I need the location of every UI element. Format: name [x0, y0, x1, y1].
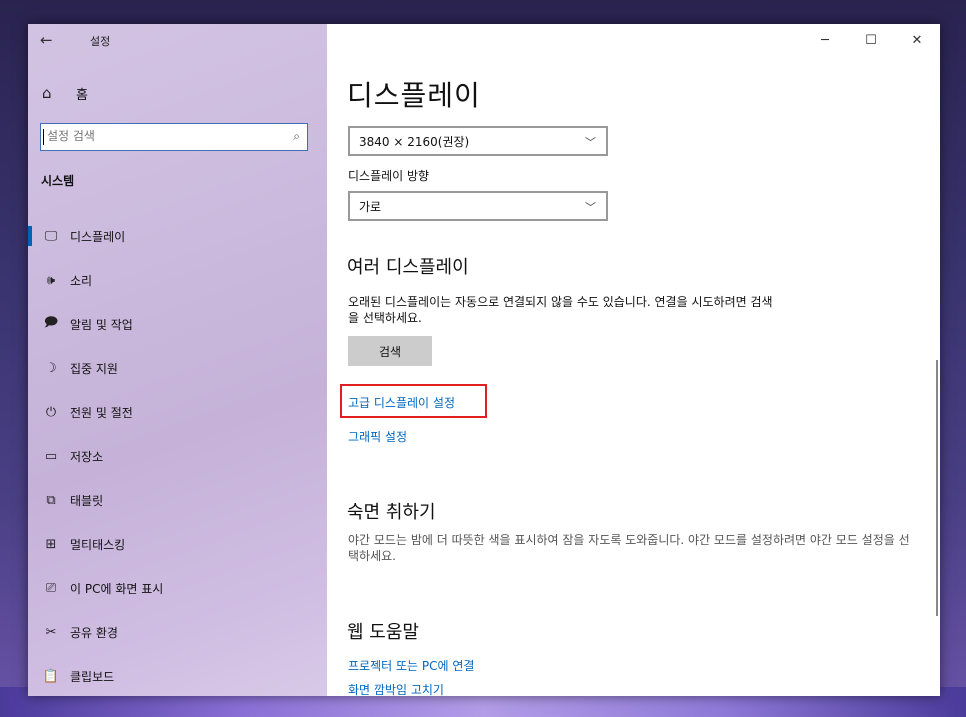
sidebar-item-home[interactable]: ⌂ 홈: [42, 82, 88, 104]
moon-icon: ☽: [45, 360, 57, 376]
graphics-settings-link[interactable]: 그래픽 설정: [348, 428, 407, 445]
page-title: 디스플레이: [347, 79, 481, 112]
project-icon: ⎚: [45, 580, 57, 596]
search-icon[interactable]: ⌕: [293, 129, 300, 144]
sidebar-item-label: 집중 지원: [70, 361, 118, 376]
sidebar: ← 설정 ⌂ 홈 ⌕ 시스템 🖵 디스플레이 🕪 소리 🗩 알림 및 작업: [28, 24, 327, 696]
clipboard-icon: 📋: [42, 668, 60, 684]
orientation-value: 가로: [359, 199, 382, 214]
monitor-icon: 🖵: [44, 228, 58, 244]
chevron-down-icon: ﹀: [585, 201, 596, 214]
detect-button[interactable]: 검색: [348, 336, 432, 366]
sidebar-item-label: 저장소: [70, 449, 104, 464]
sidebar-item-sound[interactable]: 🕪 소리: [28, 258, 327, 302]
orientation-dropdown[interactable]: 가로 ﹀: [348, 191, 608, 221]
window-controls: ─ ☐ ✕: [802, 24, 940, 56]
advanced-display-settings-link[interactable]: 고급 디스플레이 설정: [348, 394, 455, 411]
sidebar-item-label: 이 PC에 화면 표시: [70, 581, 164, 596]
sidebar-item-clipboard[interactable]: 📋 클립보드: [28, 654, 327, 696]
tablet-icon: ⧉: [46, 492, 56, 508]
sidebar-item-label: 전원 및 절전: [70, 405, 133, 420]
maximize-icon[interactable]: ☐: [848, 24, 894, 56]
back-arrow-icon[interactable]: ←: [40, 31, 53, 49]
multi-display-heading: 여러 디스플레이: [347, 257, 469, 278]
chevron-down-icon: ﹀: [585, 136, 596, 149]
sidebar-item-project-to-pc[interactable]: ⎚ 이 PC에 화면 표시: [28, 566, 327, 610]
text-caret: [43, 129, 44, 145]
settings-window: ← 설정 ⌂ 홈 ⌕ 시스템 🖵 디스플레이 🕪 소리 🗩 알림 및 작업: [28, 24, 940, 696]
section-title: 시스템: [41, 174, 75, 188]
sidebar-item-tablet[interactable]: ⧉ 태블릿: [28, 478, 327, 522]
app-title: 설정: [90, 35, 111, 48]
speaker-icon: 🕪: [46, 272, 56, 288]
sidebar-item-shared-experiences[interactable]: ✂ 공유 환경: [28, 610, 327, 654]
sleep-heading: 숙면 취하기: [347, 502, 436, 523]
sidebar-item-multitasking[interactable]: ⊞ 멀티태스킹: [28, 522, 327, 566]
search-box[interactable]: ⌕: [40, 123, 308, 151]
notification-icon: 🗩: [43, 315, 59, 330]
sidebar-nav: 🖵 디스플레이 🕪 소리 🗩 알림 및 작업 ☽ 집중 지원 ⏻ 전원 및 절전…: [28, 214, 327, 696]
titlebar-left: ← 설정: [28, 24, 327, 56]
minimize-icon[interactable]: ─: [802, 24, 848, 56]
scrollbar[interactable]: [936, 360, 938, 616]
resolution-dropdown[interactable]: 3840 × 2160(권장) ﹀: [348, 126, 608, 156]
sidebar-item-display[interactable]: 🖵 디스플레이: [28, 214, 327, 258]
sidebar-item-label: 알림 및 작업: [70, 317, 133, 332]
main-content: ─ ☐ ✕ 디스플레이 3840 × 2160(권장) ﹀ 디스플레이 방향 가…: [327, 24, 940, 696]
sidebar-item-label: 디스플레이: [70, 229, 126, 244]
home-icon: ⌂: [42, 84, 52, 102]
sidebar-item-label: 클립보드: [70, 669, 115, 684]
search-input[interactable]: [41, 124, 277, 148]
sidebar-item-power[interactable]: ⏻ 전원 및 절전: [28, 390, 327, 434]
sleep-text: 야간 모드는 밤에 더 따뜻한 색을 표시하여 잠을 자도록 도와줍니다. 야간…: [348, 533, 910, 563]
sidebar-item-label: 공유 환경: [70, 625, 118, 640]
storage-icon: ▭: [44, 448, 58, 464]
help-link-connect-projector[interactable]: 프로젝터 또는 PC에 연결: [348, 657, 474, 674]
close-icon[interactable]: ✕: [894, 24, 940, 56]
multitasking-icon: ⊞: [45, 536, 57, 552]
sidebar-item-storage[interactable]: ▭ 저장소: [28, 434, 327, 478]
orientation-label: 디스플레이 방향: [348, 169, 430, 183]
multi-display-text: 오래된 디스플레이는 자동으로 연결되지 않을 수도 있습니다. 연결을 시도하…: [348, 295, 773, 325]
help-link-fix-flicker[interactable]: 화면 깜박임 고치기: [348, 681, 444, 696]
power-icon: ⏻: [45, 404, 57, 420]
sidebar-item-label: 멀티태스킹: [70, 537, 126, 552]
resolution-value: 3840 × 2160(권장): [359, 134, 470, 149]
sidebar-item-label: 소리: [70, 273, 93, 288]
web-help-heading: 웹 도움말: [347, 622, 419, 643]
sidebar-item-label: 홈: [76, 87, 88, 103]
sidebar-item-label: 태블릿: [70, 493, 104, 508]
shared-experience-icon: ✂: [45, 624, 57, 640]
sidebar-item-notifications[interactable]: 🗩 알림 및 작업: [28, 302, 327, 346]
sidebar-item-focus-assist[interactable]: ☽ 집중 지원: [28, 346, 327, 390]
